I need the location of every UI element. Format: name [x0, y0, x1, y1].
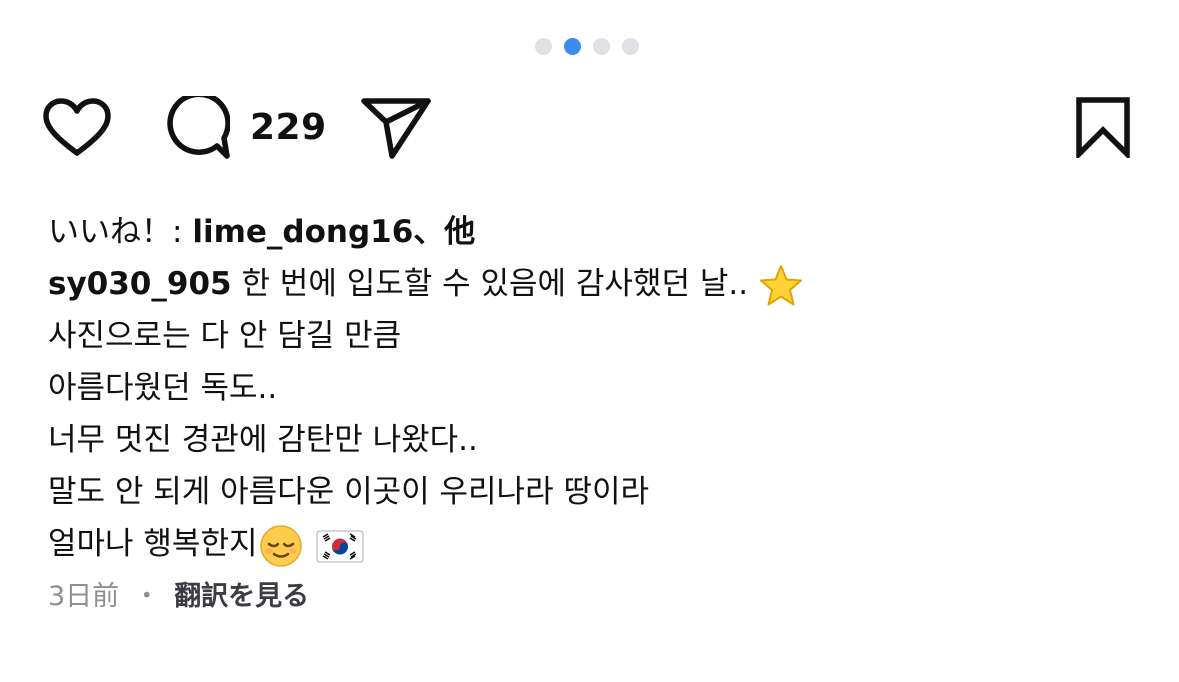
caption-text: 너무 멋진 경관에 감탄만 나왔다..	[48, 422, 478, 458]
caption-line: 말도 안 되게 아름다운 이곳이 우리나라 땅이라	[48, 466, 1148, 518]
carousel-dot	[593, 38, 610, 55]
carousel-indicator	[535, 38, 639, 55]
caption-text: 한 번에 입도할 수 있음에 감사했던 날..	[241, 266, 749, 302]
caption-line: 너무 멋진 경관에 감탄만 나왔다..	[48, 414, 1148, 466]
likes-prefix: いいね！:	[48, 214, 193, 250]
comment-bubble-icon[interactable]	[164, 96, 230, 160]
caption-line: 사진으로는 다 안 담길 만큼	[48, 310, 1148, 362]
caption-line: 얼마나 행복한지	[48, 518, 1148, 570]
caption-text: 아름다웠던 독도..	[48, 370, 278, 406]
caption-line: 아름다웠던 독도..	[48, 362, 1148, 414]
post-meta: 3日前・翻訳を見る	[48, 575, 309, 619]
post-timestamp: 3日前	[48, 581, 120, 612]
caption-text: 얼마나 행복한지	[48, 526, 258, 562]
star-emoji-icon	[759, 264, 802, 305]
relieved-face-emoji-icon	[259, 524, 302, 567]
heart-outline-icon[interactable]	[42, 98, 112, 158]
likes-line: いいね！: lime_dong16、他	[48, 206, 1148, 258]
caption-line: sy030_905 한 번에 입도할 수 있음에 감사했던 날..	[48, 258, 1148, 310]
carousel-dot	[535, 38, 552, 55]
bookmark-outline-icon[interactable]	[1075, 96, 1131, 158]
carousel-dot	[622, 38, 639, 55]
caption-text: 말도 안 되게 아름다운 이곳이 우리나라 땅이라	[48, 474, 650, 510]
caption-text: 사진으로는 다 안 담길 만큼	[48, 318, 402, 354]
author-username[interactable]: sy030_905	[48, 266, 232, 302]
see-translation-link[interactable]: 翻訳を見る	[174, 581, 309, 612]
liker-username[interactable]: lime_dong16	[192, 214, 413, 250]
meta-separator: ・	[133, 581, 161, 612]
post-caption: いいね！: lime_dong16、他 sy030_905 한 번에 입도할 수…	[48, 206, 1148, 570]
likes-others[interactable]: 、他	[413, 214, 475, 250]
comment-count: 229	[250, 107, 327, 148]
paper-plane-icon[interactable]	[360, 96, 432, 160]
post-action-bar: 229	[40, 96, 1131, 160]
south-korea-flag-emoji-icon	[315, 529, 364, 563]
carousel-dot-active	[564, 38, 581, 55]
